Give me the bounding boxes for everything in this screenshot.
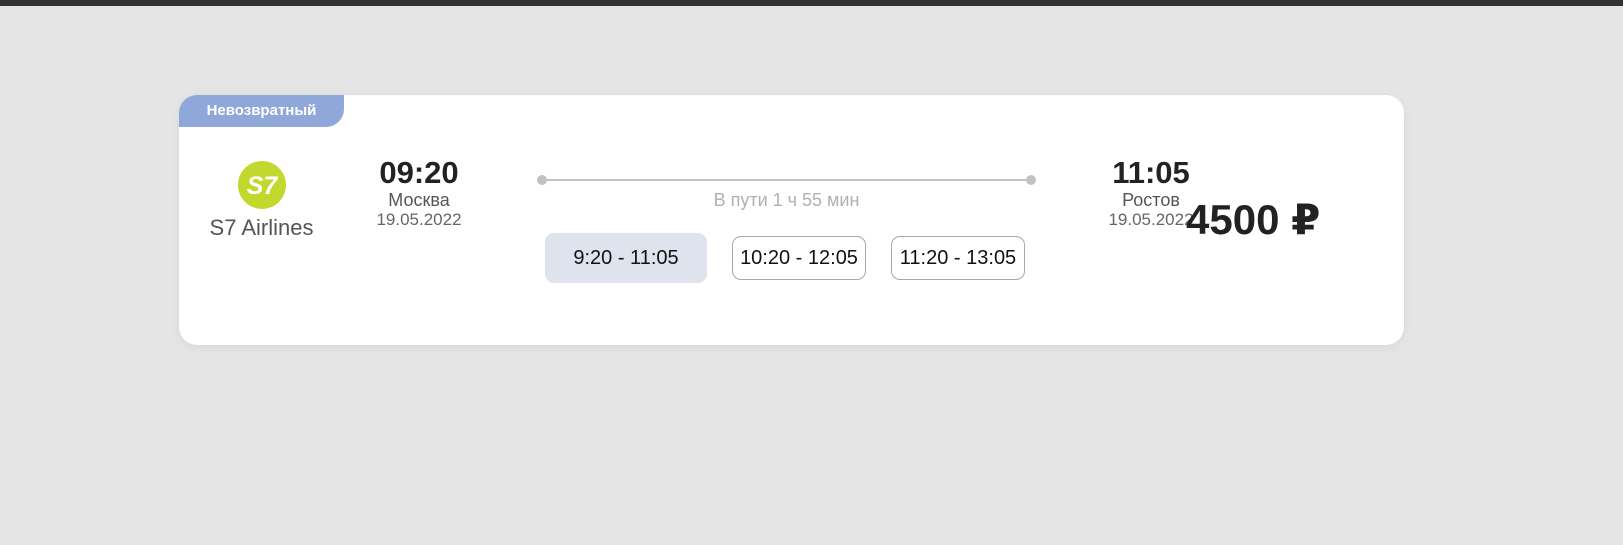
route-start-dot — [537, 175, 547, 185]
s7-logo-icon: S7 — [237, 161, 286, 209]
route-end-dot — [1026, 175, 1036, 185]
svg-text:S7: S7 — [246, 172, 278, 200]
departure-date: 19.05.2022 — [376, 210, 462, 229]
airline-info: S7 S7 Airlines — [199, 161, 324, 241]
price: 4500 ₽ — [1186, 196, 1321, 243]
departure-city: Москва — [388, 190, 450, 210]
departure-time: 09:20 — [379, 155, 459, 190]
route-line — [537, 175, 1036, 185]
flight-duration: В пути 1 ч 55 мин — [713, 190, 860, 210]
departure-info: 09:20 Москва 19.05.2022 — [354, 156, 484, 230]
browser-top-bar — [0, 0, 1623, 6]
time-slot-button[interactable]: 9:20 - 11:05 — [545, 233, 707, 283]
arrival-time: 11:05 — [1112, 155, 1190, 190]
fare-type-badge: Невозвратный — [179, 95, 344, 127]
time-slot-button[interactable]: 11:20 - 13:05 — [891, 236, 1025, 280]
time-slot-button[interactable]: 10:20 - 12:05 — [732, 236, 866, 280]
flight-card: Невозвратный S7 S7 Airlines 09:20 Москва… — [179, 95, 1404, 345]
